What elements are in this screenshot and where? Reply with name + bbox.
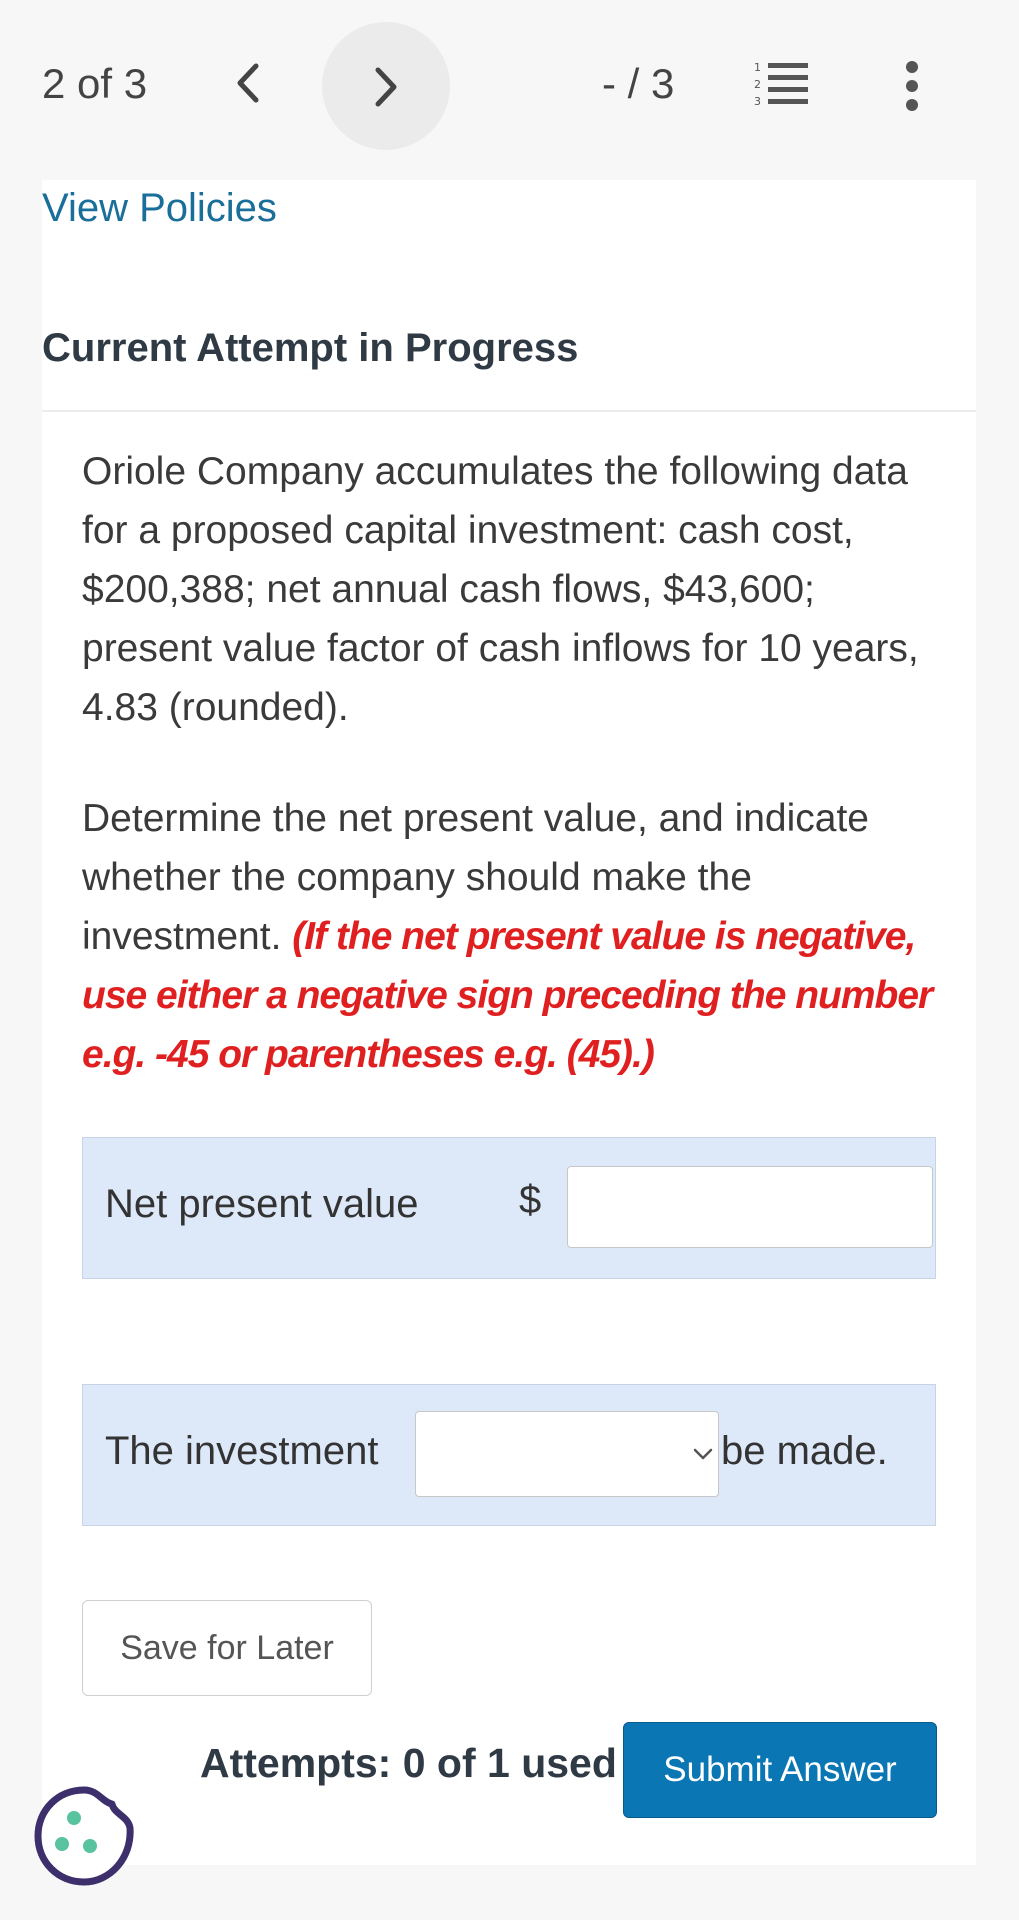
npv-answer-row: Net present value $ <box>82 1137 936 1279</box>
investment-suffix: be made. <box>721 1429 888 1473</box>
numbered-list-icon[interactable]: 1 2 3 <box>752 60 810 108</box>
view-policies-link[interactable]: View Policies <box>42 186 277 231</box>
chevron-right-icon[interactable] <box>366 62 406 112</box>
more-vertical-icon[interactable] <box>898 60 926 112</box>
investment-decision-select[interactable] <box>415 1411 719 1497</box>
chevron-down-icon <box>693 1448 713 1460</box>
svg-text:3: 3 <box>754 95 761 108</box>
investment-answer-row: The investment be made. <box>82 1384 936 1526</box>
top-navigation-bar: 2 of 3 - / 3 1 2 3 <box>0 0 1019 180</box>
divider <box>42 410 976 412</box>
submit-answer-button[interactable]: Submit Answer <box>623 1722 937 1818</box>
question-counter: 2 of 3 <box>42 60 148 107</box>
svg-text:1: 1 <box>754 61 761 74</box>
svg-text:2: 2 <box>754 78 761 91</box>
chevron-left-icon[interactable] <box>228 58 268 108</box>
npv-input[interactable] <box>567 1166 933 1248</box>
cookie-icon[interactable] <box>30 1782 138 1890</box>
question-text: Oriole Company accumulates the following… <box>82 442 952 1136</box>
currency-symbol: $ <box>519 1178 542 1222</box>
question-paragraph-1: Oriole Company accumulates the following… <box>82 450 919 729</box>
investment-label: The investment <box>105 1429 379 1473</box>
question-panel: View Policies Current Attempt in Progres… <box>42 180 976 1865</box>
save-for-later-button[interactable]: Save for Later <box>82 1600 372 1696</box>
page-title: Current Attempt in Progress <box>42 326 579 370</box>
npv-label: Net present value <box>105 1182 419 1226</box>
score-display: - / 3 <box>602 60 675 107</box>
question-paragraph-2: Determine the net present value, and ind… <box>82 789 952 1084</box>
attempts-counter: Attempts: 0 of 1 used <box>200 1740 617 1786</box>
